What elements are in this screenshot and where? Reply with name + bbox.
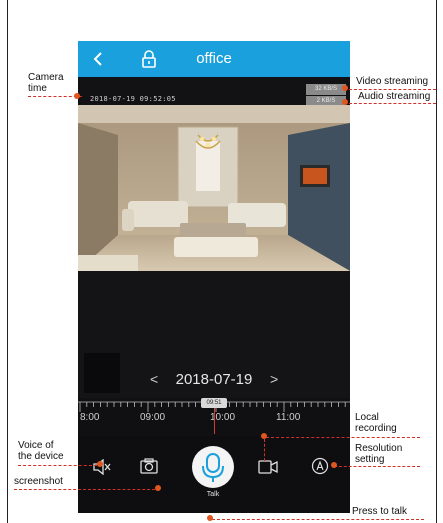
annotation-dot [74,93,80,99]
annotation-dot [331,462,337,468]
video-record-icon[interactable] [258,459,278,475]
annotation-dot [97,461,103,467]
annotation-voice: Voice of the device [18,440,64,462]
annotation-dot [155,485,161,491]
next-date-button[interactable]: > [270,371,278,387]
timeline-tick-label: 11:00 [276,412,301,423]
annotation-press-to-talk: Press to talk [352,506,408,517]
annotation-line [334,466,420,467]
talk-button[interactable] [192,446,234,488]
annotation-line [266,437,420,438]
annotation-line [18,465,102,466]
page-border-left [7,0,8,523]
annotation-local-recording: Local recording [355,412,397,434]
annotation-line [14,489,160,490]
microphone-icon [202,453,224,482]
page-border-right [436,0,437,523]
current-time-badge: 09:51 [201,398,227,408]
annotation-camera-time: Camera time [28,72,64,94]
annotation-audio-streaming: Audio streaming [358,91,431,102]
talk-label: Talk [206,491,220,498]
page-title: office [196,50,232,67]
annotation-dot [342,85,348,91]
camera-snapshot-icon[interactable] [140,458,158,474]
resolution-auto-icon[interactable] [311,457,329,475]
annotation-line [212,519,424,520]
annotation-line [264,439,265,461]
annotation-line [344,89,436,90]
annotation-screenshot: screenshot [14,476,63,487]
phone-screen: office 2018-07-19 09:52:05 32 KB/S 2 KB/… [78,41,350,513]
timeline-tick-label: 8:00 [80,412,100,423]
top-bar: office [78,41,350,77]
date-selector: < 2018-07-19 > [78,363,350,399]
current-time-marker [214,408,215,434]
annotation-dot [342,99,348,105]
annotation-resolution: Resolution setting [355,443,403,465]
camera-video-feed[interactable] [78,105,350,271]
annotation-line [344,103,436,104]
annotation-video-streaming: Video streaming [356,76,429,87]
camera-time: 2018-07-19 09:52:05 [90,95,176,103]
timeline-tick-label: 09:00 [140,412,166,423]
annotation-dot [207,515,213,521]
playback-date[interactable]: 2018-07-19 [78,371,350,388]
video-rate-badge: 32 KB/S [306,84,346,95]
